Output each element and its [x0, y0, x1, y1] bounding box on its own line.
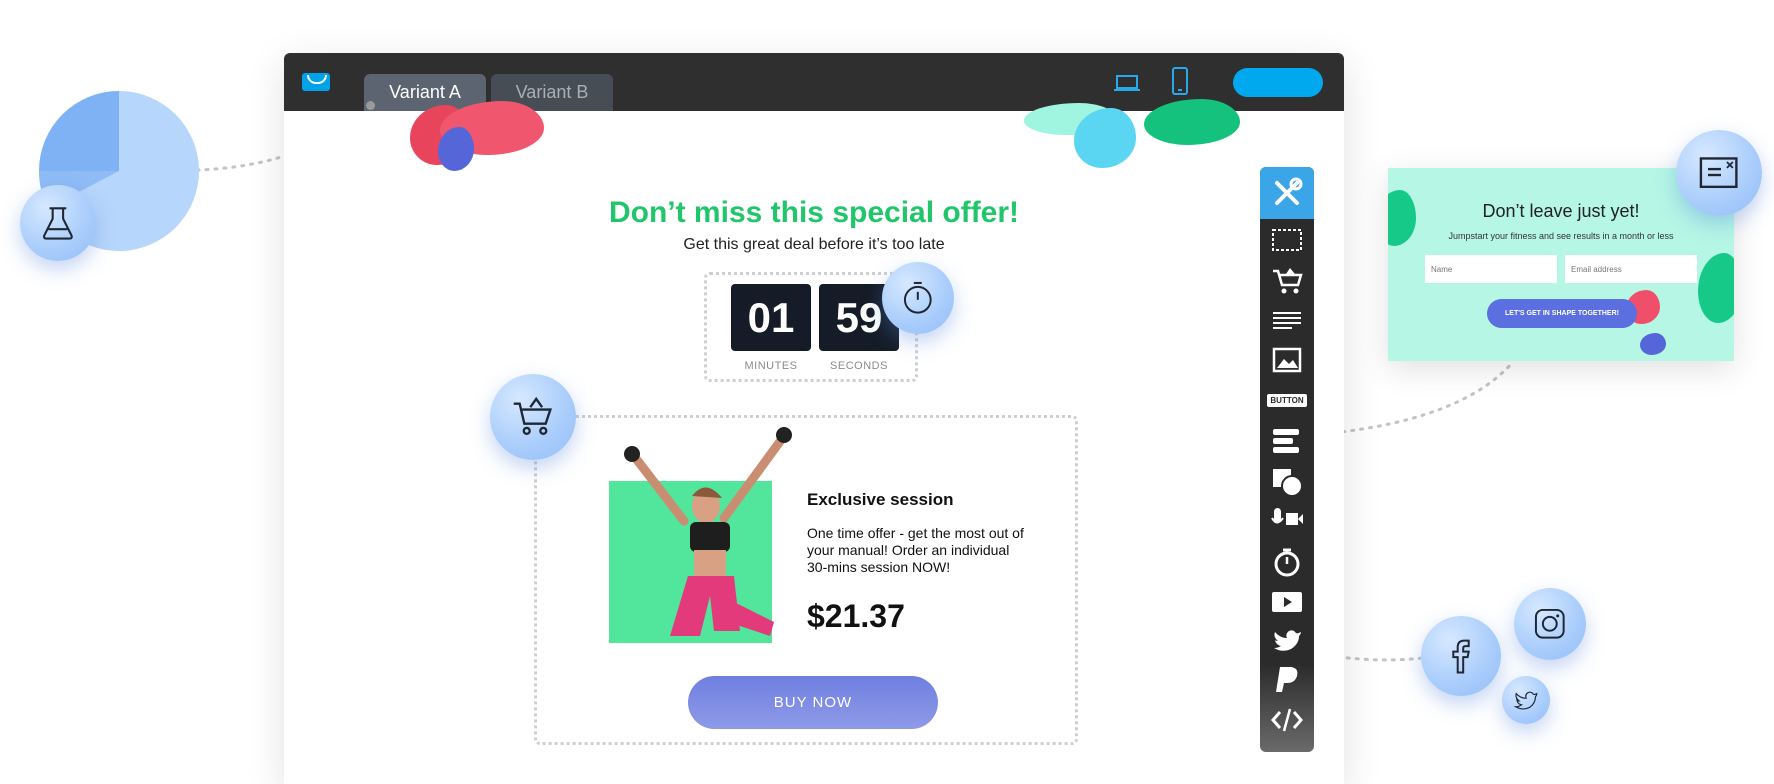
timer-seconds-label: SECONDS — [830, 360, 888, 372]
buy-now-button[interactable]: BUY NOW — [688, 676, 938, 729]
product-title: Exclusive session — [807, 490, 954, 509]
section-icon[interactable] — [1267, 223, 1307, 257]
form-icon[interactable] — [1267, 423, 1307, 457]
cart-icon — [514, 397, 553, 436]
popup-email-field[interactable] — [1565, 255, 1697, 283]
code-icon[interactable] — [1267, 703, 1307, 737]
phone-icon[interactable] — [1170, 67, 1190, 95]
connector-dot — [366, 101, 375, 110]
logo-icon[interactable] — [302, 73, 330, 91]
product-image — [609, 427, 792, 643]
instagram-bubble — [1514, 588, 1586, 660]
timer-bubble — [882, 262, 954, 334]
button-icon[interactable]: BUTTON — [1267, 383, 1307, 417]
athlete-illustration — [624, 427, 792, 636]
cart-bubble — [490, 374, 576, 460]
flask-icon — [43, 207, 73, 240]
publish-button[interactable] — [1233, 68, 1323, 97]
popup-title: Don’t leave just yet! — [1482, 201, 1640, 221]
popup-icon — [1700, 157, 1738, 189]
timer-minutes-label: MINUTES — [744, 360, 798, 372]
tools-icon[interactable] — [1260, 167, 1314, 219]
editor-window: Variant A Variant B Don’t miss this spec… — [284, 53, 1344, 784]
timer-icon — [904, 282, 932, 314]
offer-headline: Don’t miss this special offer! — [608, 196, 1020, 229]
popup-name-field[interactable] — [1425, 255, 1557, 283]
popup-submit-button[interactable]: LET'S GET IN SHAPE TOGETHER! — [1487, 299, 1637, 328]
timer-icon[interactable] — [1267, 545, 1307, 579]
offer-subline: Get this great deal before it’s too late — [683, 236, 945, 253]
flask-bubble — [20, 185, 96, 261]
image-icon[interactable] — [1267, 343, 1307, 377]
element-toolbar: BUTTON — [1260, 167, 1314, 752]
text-icon[interactable] — [1267, 303, 1307, 337]
twitter-icon — [1513, 691, 1538, 710]
twitter-icon[interactable] — [1267, 623, 1307, 657]
timer-minutes: 01 — [731, 284, 811, 351]
popup-subtitle: Jumpstart your fitness and see results i… — [1448, 231, 1674, 241]
product-price: $21.37 — [807, 598, 905, 634]
video-icon[interactable] — [1267, 585, 1307, 619]
instagram-icon — [1535, 609, 1565, 639]
facebook-bubble — [1421, 616, 1501, 696]
popup-bubble — [1676, 130, 1762, 216]
product-description: One time offer - get the most out of you… — [807, 525, 1024, 575]
facebook-icon — [1452, 639, 1470, 674]
decor-blob — [438, 127, 474, 171]
decor-blob — [1698, 253, 1734, 323]
button-element-label: BUTTON — [1267, 393, 1307, 407]
product-block[interactable]: Exclusive session One time offer - get t… — [534, 415, 1078, 745]
twitter-bubble — [1502, 676, 1550, 724]
laptop-icon[interactable] — [1113, 74, 1141, 92]
exit-popup-preview[interactable]: Don’t leave just yet! Jumpstart your fit… — [1388, 168, 1734, 361]
decor-blob — [1640, 333, 1666, 355]
paypal-icon[interactable] — [1267, 663, 1307, 697]
cart-icon[interactable] — [1267, 263, 1307, 297]
shapes-icon[interactable] — [1267, 465, 1307, 499]
media-icon[interactable] — [1267, 503, 1307, 537]
